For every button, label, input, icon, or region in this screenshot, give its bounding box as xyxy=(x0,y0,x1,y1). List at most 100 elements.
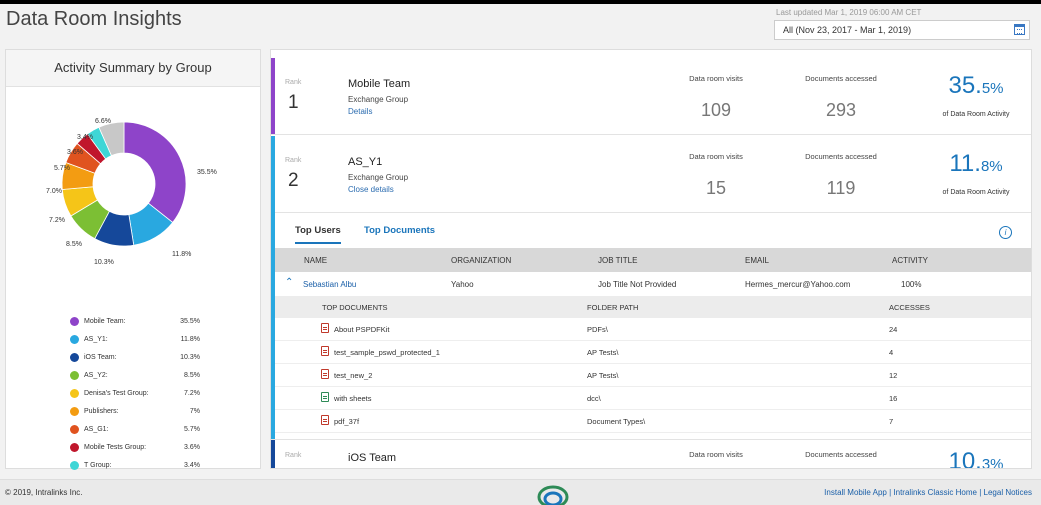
donut-chart: 35.5% 11.8% 10.3% 8.5% 7.2% 7.0% 5.7% 3.… xyxy=(6,87,260,277)
card-stripe xyxy=(271,136,275,212)
donut-label: 8.5% xyxy=(66,241,82,248)
group-type: Exchange Group xyxy=(348,95,409,104)
card-stripe xyxy=(271,58,275,134)
install-mobile-app-link[interactable]: Install Mobile App xyxy=(824,488,887,497)
access-count: 24 xyxy=(889,325,898,334)
legend-value: 35.5% xyxy=(180,318,200,325)
legend-swatch xyxy=(70,389,79,398)
legend-label: AS_Y2: xyxy=(84,372,108,379)
card-stripe xyxy=(271,440,275,468)
visits-label: Data room visits xyxy=(689,74,743,83)
legend-item: Mobile Tests Group: 3.6% xyxy=(70,443,200,461)
folder-path: AP Tests\ xyxy=(587,371,619,380)
table-row[interactable]: pdf_37f Document Types\ 7 xyxy=(275,410,1031,433)
table-row[interactable]: ⌃ Sebastian Albu Yahoo Job Title Not Pro… xyxy=(275,272,1031,295)
legend-swatch xyxy=(70,335,79,344)
user-email: Hermes_mercur@Yahoo.com xyxy=(745,280,851,289)
donut-label: 3.4% xyxy=(77,134,93,141)
classic-home-link[interactable]: Intralinks Classic Home xyxy=(893,488,977,497)
col-activity[interactable]: ACTIVITY xyxy=(892,256,928,265)
users-table-header: NAME ORGANIZATION JOB TITLE EMAIL ACTIVI… xyxy=(275,248,1031,272)
donut-svg xyxy=(61,121,187,247)
col-accesses[interactable]: ACCESSES xyxy=(889,303,930,312)
donut-label: 3.6% xyxy=(67,149,83,156)
group-card-ios-team[interactable]: Rank iOS Team Data room visits Documents… xyxy=(271,439,1031,468)
group-card-mobile-team[interactable]: Rank 1 Mobile Team Exchange Group Detail… xyxy=(271,58,1031,135)
document-name[interactable]: test_sample_pswd_protected_1 xyxy=(334,348,440,357)
top-border xyxy=(0,0,1041,4)
table-row[interactable]: with sheets dcc\ 16 xyxy=(275,387,1031,410)
access-count: 4 xyxy=(889,348,894,357)
date-range-value: All (Nov 23, 2017 - Mar 1, 2019) xyxy=(783,25,912,35)
tab-top-documents[interactable]: Top Documents xyxy=(364,225,435,236)
pdf-file-icon xyxy=(321,323,329,333)
folder-path: AP Tests\ xyxy=(587,348,619,357)
group-details-panel: Rank 1 Mobile Team Exchange Group Detail… xyxy=(270,49,1032,469)
legend-item: Denisa's Test Group: 7.2% xyxy=(70,389,200,407)
user-organization: Yahoo xyxy=(451,280,474,289)
details-tabs: Top Users Top Documents i xyxy=(275,214,1031,246)
pdf-file-icon xyxy=(321,346,329,356)
chevron-up-icon[interactable]: ⌃ xyxy=(285,277,293,288)
col-folder-path[interactable]: FOLDER PATH xyxy=(587,303,638,312)
visits-label: Data room visits xyxy=(689,152,743,161)
donut-label: 10.3% xyxy=(94,259,114,266)
col-top-documents[interactable]: TOP DOCUMENTS xyxy=(322,303,388,312)
col-email[interactable]: EMAIL xyxy=(745,256,769,265)
donut-label: 5.7% xyxy=(54,165,70,172)
rank-label: Rank xyxy=(285,452,302,459)
date-range-select[interactable]: All (Nov 23, 2017 - Mar 1, 2019) xyxy=(774,20,1030,40)
folder-path: dcc\ xyxy=(587,394,601,403)
visits-value: 15 xyxy=(705,178,727,198)
legend-item: Publishers: 7% xyxy=(70,407,200,425)
legend-value: 5.7% xyxy=(184,426,200,433)
user-job-title: Job Title Not Provided xyxy=(598,280,677,289)
tab-top-users[interactable]: Top Users xyxy=(295,225,341,244)
footer-links: Install Mobile App | Intralinks Classic … xyxy=(824,488,1032,497)
group-card-as-y1[interactable]: Rank 2 AS_Y1 Exchange Group Close detail… xyxy=(271,136,1031,213)
rank-number: 2 xyxy=(288,170,299,191)
user-name[interactable]: Sebastian Albu xyxy=(303,280,356,289)
document-name[interactable]: pdf_37f xyxy=(334,417,359,426)
col-organization[interactable]: ORGANIZATION xyxy=(451,256,511,265)
legend-item: Mobile Team: 35.5% xyxy=(70,317,200,335)
visits-value: 109 xyxy=(700,100,732,120)
legend-value: 7.2% xyxy=(184,390,200,397)
legend-label: Denisa's Test Group: xyxy=(84,390,149,397)
visits-label: Data room visits xyxy=(689,450,743,459)
docs-label: Documents accessed xyxy=(805,450,877,459)
legend-value: 7% xyxy=(189,408,200,415)
folder-path: PDFs\ xyxy=(587,325,608,334)
document-name[interactable]: with sheets xyxy=(334,394,372,403)
spreadsheet-file-icon xyxy=(321,392,329,402)
group-name: AS_Y1 xyxy=(348,156,383,168)
docs-value: 119 xyxy=(826,178,856,198)
legend-value: 10.3% xyxy=(180,354,200,361)
col-name[interactable]: NAME xyxy=(304,256,327,265)
legend-label: AS_Y1: xyxy=(84,336,108,343)
details-link[interactable]: Details xyxy=(348,107,372,116)
legend-label: Mobile Tests Group: xyxy=(84,444,147,451)
document-name[interactable]: test_new_2 xyxy=(334,371,372,380)
info-icon[interactable]: i xyxy=(999,226,1012,239)
calendar-icon[interactable] xyxy=(1014,24,1025,35)
legend-swatch xyxy=(70,353,79,362)
user-activity: 100% xyxy=(901,280,922,289)
rank-label: Rank xyxy=(285,157,302,164)
donut-slice[interactable] xyxy=(123,121,187,224)
donut-label: 6.6% xyxy=(95,118,111,125)
col-job-title[interactable]: JOB TITLE xyxy=(598,256,637,265)
table-row[interactable]: test_new_2 AP Tests\ 12 xyxy=(275,364,1031,387)
table-row[interactable]: About PSPDFKit PDFs\ 24 xyxy=(275,318,1031,341)
legal-notices-link[interactable]: Legal Notices xyxy=(984,488,1032,497)
legend-item: AS_Y1: 11.8% xyxy=(70,335,200,353)
legend-label: iOS Team: xyxy=(84,354,117,361)
donut-label: 7.0% xyxy=(46,188,62,195)
page-title: Data Room Insights xyxy=(6,8,182,30)
document-name[interactable]: About PSPDFKit xyxy=(334,325,389,334)
access-count: 12 xyxy=(889,371,898,380)
close-details-link[interactable]: Close details xyxy=(348,185,394,194)
legend-swatch xyxy=(70,317,79,326)
table-row[interactable]: test_sample_pswd_protected_1 AP Tests\ 4 xyxy=(275,341,1031,364)
legend-label: AS_G1: xyxy=(84,426,109,433)
